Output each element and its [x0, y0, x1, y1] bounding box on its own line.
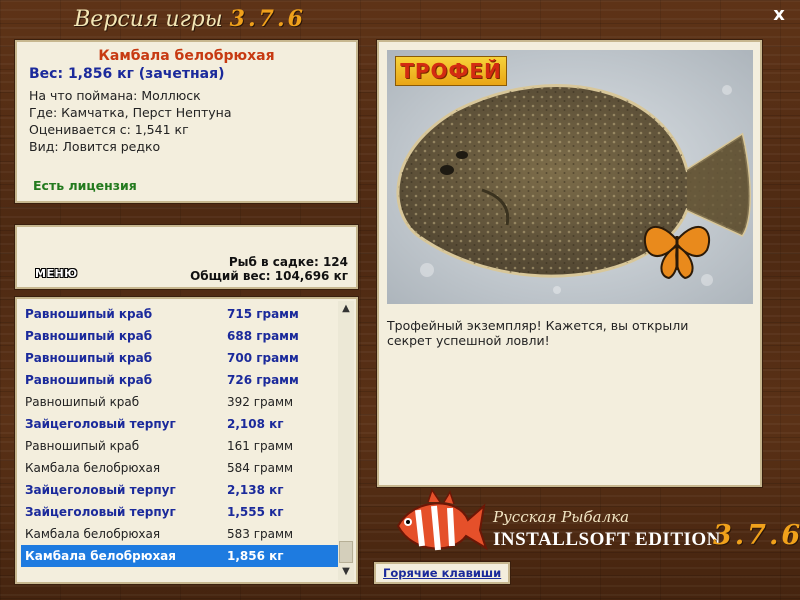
catch-info-panel: Камбала белобрюхая Вес: 1,856 кг (зачетн…: [15, 40, 358, 203]
catch-item-name: Равношипый краб: [25, 373, 153, 387]
hotkeys-link[interactable]: Горячие клавиши: [374, 562, 511, 584]
catch-list-item[interactable]: Камбала белобрюхая 1,856 кг: [21, 545, 341, 567]
catch-item-weight: 2,138 кг: [227, 483, 284, 497]
catch-list-item[interactable]: Зайцеголовый терпуг 1,555 кг: [21, 501, 341, 523]
flounder-image: [387, 50, 753, 304]
list-scrollbar[interactable]: ▲ ▼: [338, 301, 354, 580]
close-icon[interactable]: x: [768, 4, 790, 26]
fish-photo: ТРОФЕЙ: [387, 50, 753, 304]
catch-list-item[interactable]: Равношипый краб 161 грамм: [21, 435, 341, 457]
catch-item-weight: 715 грамм: [227, 307, 299, 321]
brand-logo: Русская Рыбалка INSTALLSOFT EDITION 3.7.…: [380, 488, 800, 558]
catch-item-weight: 726 грамм: [227, 373, 299, 387]
brand-line-2: INSTALLSOFT EDITION: [493, 529, 721, 550]
catch-item-weight: 161 грамм: [227, 439, 294, 453]
fish-name: Камбала белобрюхая: [98, 48, 275, 64]
catch-item-name: Равношипый краб: [25, 307, 153, 321]
catch-list-item[interactable]: Камбала белобрюхая 583 грамм: [21, 523, 341, 545]
total-weight: Общий вес: 104,696 кг: [190, 269, 348, 283]
keepnet-stats-panel: МЕНЮ Рыб в садке: 124 Общий вес: 104,696…: [15, 225, 358, 289]
catch-list-item[interactable]: Равношипый краб 700 грамм: [21, 347, 341, 369]
catch-list-item[interactable]: Камбала белобрюхая 584 грамм: [21, 457, 341, 479]
catch-list-item[interactable]: Зайцеголовый терпуг 2,108 кг: [21, 413, 341, 435]
catch-item-name: Равношипый краб: [25, 395, 140, 409]
catch-item-name: Камбала белобрюхая: [25, 461, 161, 475]
catch-item-weight: 1,555 кг: [227, 505, 284, 519]
catch-item-name: Зайцеголовый терпуг: [25, 483, 176, 497]
catch-item-name: Зайцеголовый терпуг: [25, 505, 176, 519]
catch-list-panel: Равношипый краб 715 грамм Равношипый краб 6…: [15, 297, 358, 584]
fish-weight: Вес: 1,856 кг (зачетная): [29, 66, 225, 82]
trophy-photo-panel: ТРОФЕЙ Трофейный экземпляр! Кажется, вы …: [377, 40, 762, 487]
catch-item-name: Камбала белобрюхая: [25, 527, 161, 541]
kind-line: Вид: Ловится редко: [29, 139, 161, 154]
catch-item-weight: 688 грамм: [227, 329, 299, 343]
fish-count: Рыб в садке: 124: [228, 255, 348, 269]
catch-list-item[interactable]: Равношипый краб 726 грамм: [21, 369, 341, 391]
catch-list: Равношипый краб 715 грамм Равношипый краб 6…: [21, 303, 341, 567]
catch-item-weight: 583 грамм: [227, 527, 294, 541]
location-line: Где: Камчатка, Перст Нептуна: [29, 105, 232, 120]
catch-item-weight: 584 грамм: [227, 461, 294, 475]
catch-item-name: Равношипый краб: [25, 351, 153, 365]
catch-item-weight: 2,108 кг: [227, 417, 284, 431]
window-title: Версия игры 3.7.6: [0, 6, 380, 32]
catch-item-weight: 1,856 кг: [227, 549, 284, 563]
bait-line: На что поймана: Моллюск: [29, 88, 201, 103]
brand-line-1: Русская Рыбалка: [493, 508, 630, 526]
catch-item-name: Равношипый краб: [25, 439, 140, 453]
catch-item-weight: 392 грамм: [227, 395, 294, 409]
scroll-up-icon[interactable]: ▲: [338, 301, 354, 317]
scroll-down-icon[interactable]: ▼: [338, 564, 354, 580]
brand-version: 3.7.6: [713, 520, 800, 551]
valued-from-line: Оценивается с: 1,541 кг: [29, 122, 189, 137]
trophy-badge: ТРОФЕЙ: [395, 56, 507, 86]
catch-item-name: Камбала белобрюхая: [25, 549, 176, 563]
catch-item-name: Зайцеголовый терпуг: [25, 417, 176, 431]
catch-list-item[interactable]: Равношипый краб 688 грамм: [21, 325, 341, 347]
catch-list-item[interactable]: Равношипый краб 715 грамм: [21, 303, 341, 325]
trophy-description: Трофейный экземпляр! Кажется, вы открыли…: [387, 318, 689, 348]
catch-item-weight: 700 грамм: [227, 351, 299, 365]
title-prefix: Версия игры: [74, 7, 223, 32]
catch-list-item[interactable]: Равношипый краб 392 грамм: [21, 391, 341, 413]
menu-button[interactable]: МЕНЮ: [35, 267, 78, 280]
scroll-thumb[interactable]: [339, 541, 353, 563]
title-version: 3.7.6: [229, 6, 306, 32]
license-status: Есть лицензия: [33, 178, 137, 193]
fish-logo-icon: [396, 488, 488, 551]
catch-list-item[interactable]: Зайцеголовый терпуг 2,138 кг: [21, 479, 341, 501]
catch-item-name: Равношипый краб: [25, 329, 153, 343]
